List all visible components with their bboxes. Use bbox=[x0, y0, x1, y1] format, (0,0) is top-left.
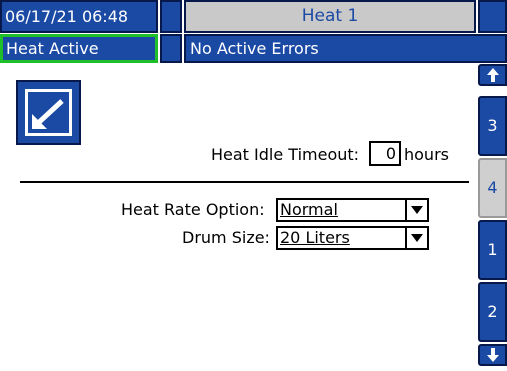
heat-rate-option-select[interactable]: Normal bbox=[276, 198, 429, 222]
chevron-down-icon bbox=[405, 200, 427, 220]
drum-size-select[interactable]: 20 Liters bbox=[276, 226, 429, 250]
heat-idle-timeout-input[interactable]: 0 bbox=[369, 141, 401, 166]
heat-rate-option-label: Heat Rate Option: bbox=[121, 200, 265, 219]
error-status-bar: No Active Errors bbox=[184, 34, 507, 63]
drum-size-label: Drum Size: bbox=[182, 228, 270, 247]
heat-rate-option-value: Normal bbox=[280, 200, 338, 219]
tab-1[interactable]: 1 bbox=[478, 220, 507, 280]
drum-size-value: 20 Liters bbox=[280, 228, 350, 247]
scroll-down-button[interactable] bbox=[478, 344, 507, 366]
edit-button[interactable] bbox=[16, 80, 81, 145]
tab-4[interactable]: 4 bbox=[478, 158, 507, 218]
arrow-up-icon bbox=[487, 68, 499, 82]
heat-idle-timeout-unit: hours bbox=[404, 145, 449, 164]
arrow-down-icon bbox=[487, 348, 499, 362]
screen-title: Heat 1 bbox=[184, 0, 476, 33]
tab-3[interactable]: 3 bbox=[478, 96, 507, 156]
chevron-down-icon bbox=[405, 228, 427, 248]
status-indicator-box bbox=[160, 0, 182, 33]
scroll-up-button[interactable] bbox=[478, 64, 507, 86]
status-indicator-box bbox=[478, 0, 507, 33]
section-divider bbox=[20, 181, 469, 183]
tab-2[interactable]: 2 bbox=[478, 282, 507, 342]
heat-status-badge: Heat Active bbox=[0, 34, 158, 63]
datetime-display: 06/17/21 06:48 bbox=[0, 0, 158, 33]
heat-idle-timeout-label: Heat Idle Timeout: bbox=[211, 145, 360, 164]
edit-icon bbox=[25, 89, 72, 136]
status-indicator-box bbox=[160, 34, 182, 63]
